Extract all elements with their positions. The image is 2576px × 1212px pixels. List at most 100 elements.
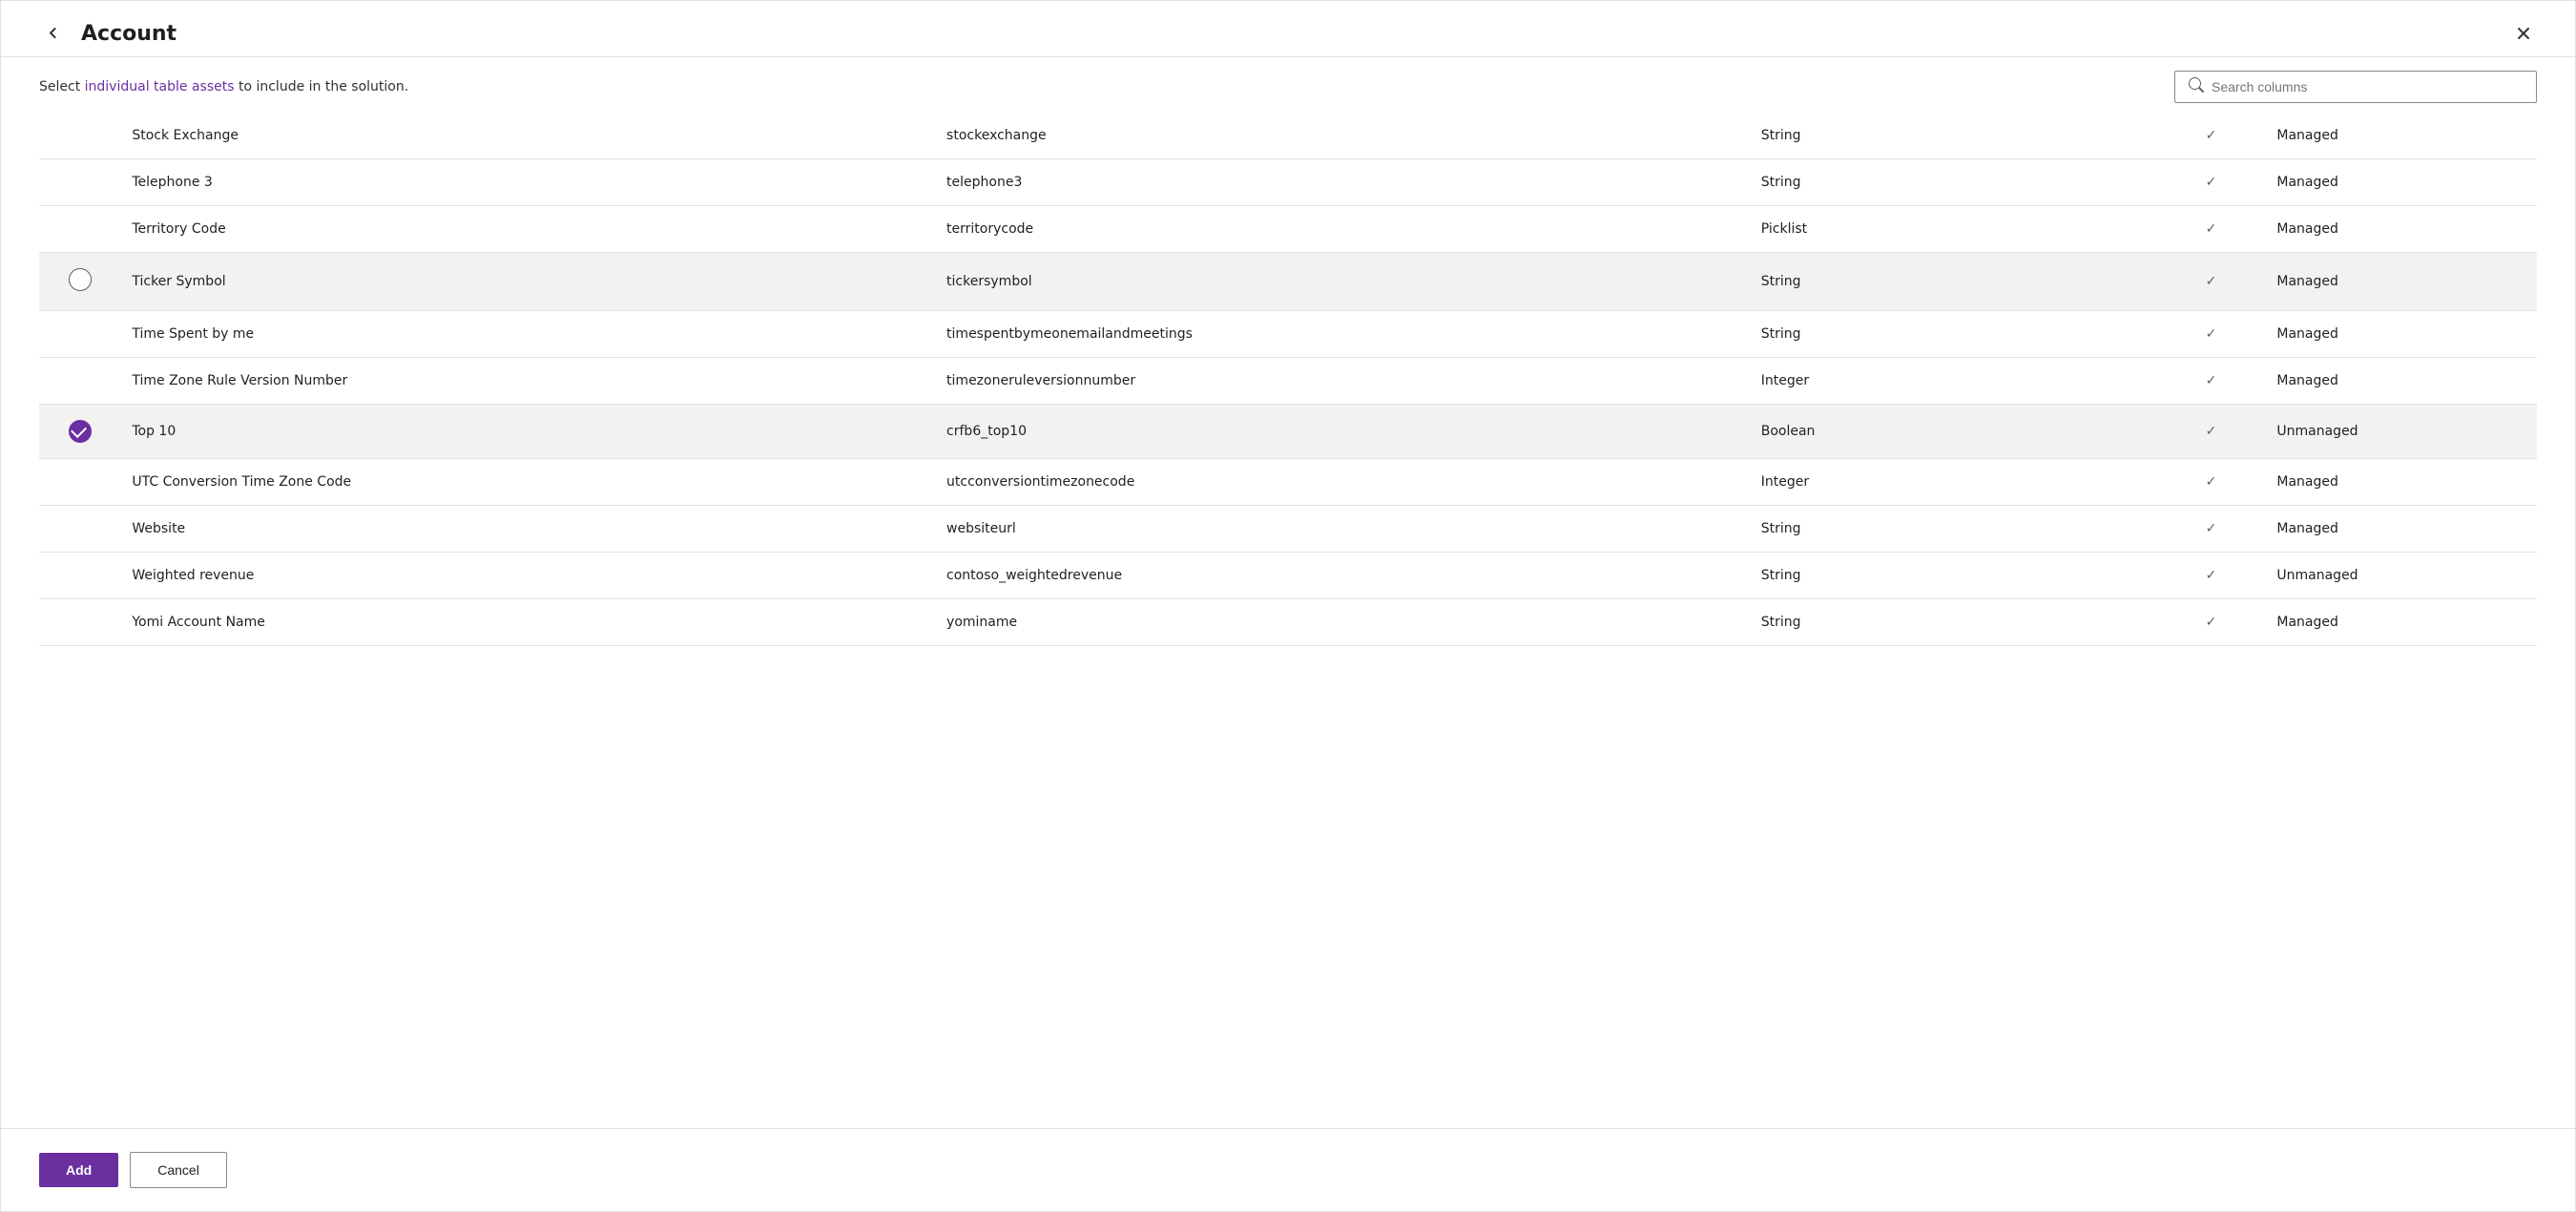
row-checkmark: ✓ (2157, 206, 2266, 253)
check-icon: ✓ (2206, 424, 2217, 439)
check-icon: ✓ (2206, 274, 2217, 289)
subtitle-highlight1: individual table assets (85, 79, 235, 94)
row-logical-name: websiteurl (935, 506, 1750, 553)
table-row[interactable]: Weighted revenuecontoso_weightedrevenueS… (39, 553, 2537, 599)
row-checkmark: ✓ (2157, 253, 2266, 311)
row-type: String (1750, 311, 2157, 358)
checkbox-cell[interactable] (39, 159, 120, 206)
row-name: Telephone 3 (120, 159, 935, 206)
row-type: String (1750, 599, 2157, 646)
row-managed-status: Managed (2265, 159, 2537, 206)
row-name: Ticker Symbol (120, 253, 935, 311)
row-managed-status: Managed (2265, 358, 2537, 405)
row-checkmark: ✓ (2157, 459, 2266, 506)
checkbox-cell[interactable] (39, 113, 120, 159)
row-name: Website (120, 506, 935, 553)
table-row[interactable]: Territory CodeterritorycodePicklist ✓ Mana… (39, 206, 2537, 253)
checkbox-cell[interactable] (39, 599, 120, 646)
close-icon (2514, 24, 2533, 43)
check-icon: ✓ (2206, 175, 2217, 190)
data-table: Stock ExchangestockexchangeString✓Manage… (39, 113, 2537, 646)
row-name: UTC Conversion Time Zone Code (120, 459, 935, 506)
check-icon: ✓ (2206, 474, 2217, 490)
row-logical-name: telephone3 (935, 159, 1750, 206)
table-row[interactable]: Top 10crfb6_top10Boolean ✓ Unmanaged (39, 405, 2537, 459)
back-button[interactable] (39, 20, 66, 47)
row-type: Integer (1750, 358, 2157, 405)
row-managed-status: Managed (2265, 311, 2537, 358)
row-managed-status: Managed (2265, 459, 2537, 506)
table-row[interactable]: WebsitewebsiteurlString✓Managed (39, 506, 2537, 553)
row-type: Integer (1750, 459, 2157, 506)
row-name: Territory Code (120, 206, 935, 253)
cancel-button[interactable]: Cancel (130, 1152, 227, 1188)
check-icon: ✓ (2206, 326, 2217, 342)
row-type: String (1750, 253, 2157, 311)
row-type: String (1750, 159, 2157, 206)
row-type: String (1750, 506, 2157, 553)
row-logical-name: utcconversiontimezonecode (935, 459, 1750, 506)
row-type: Boolean (1750, 405, 2157, 459)
close-button[interactable] (2510, 20, 2537, 47)
dialog-title: Account (81, 22, 177, 46)
row-logical-name: timespentbymeonemailandmeetings (935, 311, 1750, 358)
dialog-footer: Add Cancel (1, 1128, 2575, 1211)
row-managed-status: Managed (2265, 506, 2537, 553)
row-logical-name: tickersymbol (935, 253, 1750, 311)
row-checkbox[interactable] (69, 420, 92, 443)
row-name: Top 10 (120, 405, 935, 459)
row-checkmark: ✓ (2157, 553, 2266, 599)
row-logical-name: yominame (935, 599, 1750, 646)
table-row[interactable]: Telephone 3telephone3String ✓ Managed (39, 159, 2537, 206)
checkbox-cell[interactable] (39, 459, 120, 506)
row-logical-name: territorycode (935, 206, 1750, 253)
check-icon: ✓ (2206, 221, 2217, 237)
row-checkmark: ✓ (2157, 159, 2266, 206)
row-logical-name: crfb6_top10 (935, 405, 1750, 459)
row-checkmark: ✓ (2157, 113, 2266, 159)
row-managed-status: Unmanaged (2265, 405, 2537, 459)
checkbox-cell[interactable] (39, 253, 120, 311)
table-row[interactable]: Ticker SymboltickersymbolString ✓ Managed (39, 253, 2537, 311)
checkbox-cell[interactable] (39, 206, 120, 253)
dialog: Account Select individual table assets t… (0, 0, 2576, 1212)
checkbox-cell[interactable] (39, 358, 120, 405)
row-managed-status: Managed (2265, 599, 2537, 646)
add-button[interactable]: Add (39, 1153, 118, 1187)
checkbox-cell[interactable] (39, 311, 120, 358)
row-type: String (1750, 113, 2157, 159)
row-name: Yomi Account Name (120, 599, 935, 646)
table-row[interactable]: Time Spent by metimespentbymeonemailandm… (39, 311, 2537, 358)
dialog-header: Account (1, 1, 2575, 57)
search-box[interactable] (2174, 71, 2537, 103)
table-row[interactable]: Stock ExchangestockexchangeString ✓ Manage… (39, 113, 2537, 159)
row-logical-name: stockexchange (935, 113, 1750, 159)
row-name: Time Zone Rule Version Number (120, 358, 935, 405)
checkbox-cell[interactable] (39, 405, 120, 459)
row-managed-status: Managed (2265, 206, 2537, 253)
table-row[interactable]: Yomi Account NameyominameString✓Managed (39, 599, 2537, 646)
row-checkmark: ✓ (2157, 506, 2266, 553)
row-checkmark: ✓ (2157, 599, 2266, 646)
row-managed-status: Managed (2265, 253, 2537, 311)
check-icon: ✓ (2206, 568, 2217, 583)
checkbox-cell[interactable] (39, 553, 120, 599)
row-checkmark: ✓ (2157, 405, 2266, 459)
checkbox-cell[interactable] (39, 506, 120, 553)
row-logical-name: timezoneruleversionnumber (935, 358, 1750, 405)
table-row[interactable]: UTC Conversion Time Zone Codeutcconversi… (39, 459, 2537, 506)
search-icon (2189, 77, 2204, 96)
row-managed-status: Managed (2265, 113, 2537, 159)
check-icon: ✓ (2206, 128, 2217, 143)
row-name: Weighted revenue (120, 553, 935, 599)
back-icon (43, 24, 62, 43)
row-checkmark: ✓ (2157, 311, 2266, 358)
row-checkbox[interactable] (69, 268, 92, 291)
search-input[interactable] (2212, 79, 2523, 94)
row-type: Picklist (1750, 206, 2157, 253)
row-checkmark: ✓ (2157, 358, 2266, 405)
check-icon: ✓ (2206, 373, 2217, 388)
row-name: Stock Exchange (120, 113, 935, 159)
table-row[interactable]: Time Zone Rule Version Numbertimezonerul… (39, 358, 2537, 405)
row-type: String (1750, 553, 2157, 599)
